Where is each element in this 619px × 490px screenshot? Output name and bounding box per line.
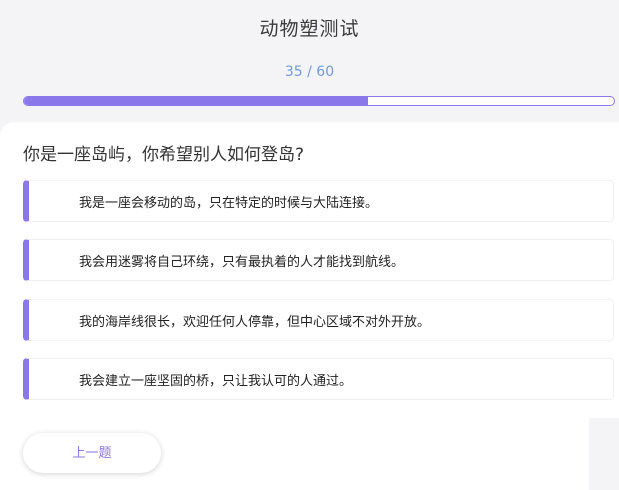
answer-option-label: 我会建立一座坚固的桥，只让我认可的人通过。 [79, 374, 353, 389]
progress-bar-fill [24, 97, 369, 105]
previous-question-button[interactable]: 上一题 [23, 433, 161, 473]
progress-bar [23, 96, 615, 106]
answer-option-label: 我的海岸线很长，欢迎任何人停靠，但中心区域不对外开放。 [79, 315, 431, 330]
answer-option-4[interactable]: 我会建立一座坚固的桥，只让我认可的人通过。 [23, 358, 614, 400]
answer-option-label: 我是一座会移动的岛，只在特定的时候与大陆连接。 [79, 196, 379, 211]
header: 动物塑测试 35 / 60 [0, 0, 619, 122]
answer-option-2[interactable]: 我会用迷雾将自己环绕，只有最执着的人才能找到航线。 [23, 239, 614, 281]
question-text: 你是一座岛屿，你希望别人如何登岛? [23, 145, 305, 165]
answer-option-label: 我会用迷雾将自己环绕，只有最执着的人才能找到航线。 [79, 255, 405, 270]
page-title: 动物塑测试 [259, 18, 360, 40]
answer-option-1[interactable]: 我是一座会移动的岛，只在特定的时候与大陆连接。 [23, 180, 614, 222]
progress-counter: 35 / 60 [284, 64, 335, 80]
quiz-page: 动物塑测试 35 / 60 你是一座岛屿，你希望别人如何登岛? 我是一座会移动的… [0, 0, 619, 490]
answer-option-3[interactable]: 我的海岸线很长，欢迎任何人停靠，但中心区域不对外开放。 [23, 299, 614, 341]
